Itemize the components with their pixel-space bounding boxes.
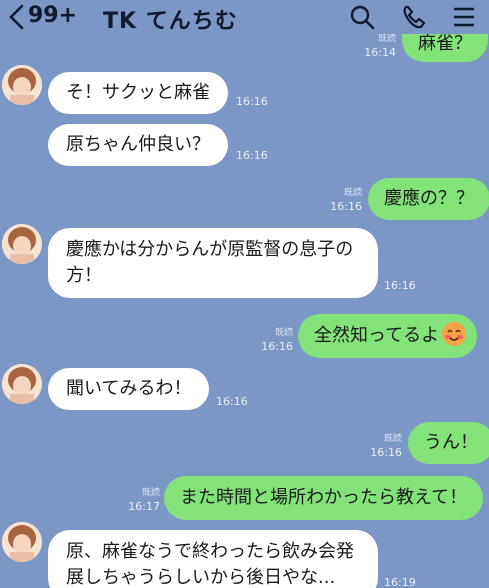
message-time: 既読 16:16 xyxy=(362,432,402,460)
search-icon[interactable] xyxy=(348,3,376,31)
message-time: 16:19 xyxy=(384,576,416,588)
contact-name[interactable]: TK てんちむ xyxy=(103,3,238,35)
menu-icon[interactable] xyxy=(450,3,478,31)
read-receipt: 既読 xyxy=(274,328,293,338)
message-bubble[interactable]: 慶應かは分からんが原監督の息子の方！ xyxy=(48,228,378,298)
message-text: 全然知ってるよ xyxy=(314,325,440,346)
message-bubble[interactable]: 原ちゃん仲良い？ xyxy=(48,124,228,166)
message-bubble[interactable]: 原、麻雀なうで終わったら飲み会発展しちゃうらしいから後日やな... xyxy=(48,530,378,588)
avatar[interactable] xyxy=(2,522,42,562)
message-time: 16:16 xyxy=(216,395,248,408)
message-time: 既読 16:16 xyxy=(253,326,293,354)
message-time: 16:16 xyxy=(384,279,416,292)
read-receipt: 既読 xyxy=(383,434,402,444)
avatar[interactable] xyxy=(2,224,42,264)
message-bubble[interactable]: 慶應の？？ xyxy=(368,178,489,220)
avatar[interactable] xyxy=(2,65,42,105)
chevron-left-icon[interactable] xyxy=(6,4,28,30)
message-bubble[interactable]: 全然知ってるよ xyxy=(298,314,478,358)
phone-icon[interactable] xyxy=(400,3,428,31)
read-receipt: 既読 xyxy=(141,488,160,498)
message-time: 既読 16:17 xyxy=(120,486,160,514)
message-bubble[interactable]: また時間と場所わかったら教えて！ xyxy=(164,476,484,520)
smiling-face-emoji xyxy=(441,320,467,346)
message-bubble[interactable]: うん！ xyxy=(408,422,489,464)
read-receipt: 既読 xyxy=(343,188,362,198)
message-time: 既読 16:14 xyxy=(356,32,396,60)
message-bubble[interactable]: 聞いてみるわ！ xyxy=(48,368,210,410)
message-time: 16:16 xyxy=(236,95,268,108)
message-bubble[interactable]: そ！サクッと麻雀 xyxy=(48,72,228,114)
message-time: 16:16 xyxy=(236,149,268,162)
unread-count[interactable]: 99+ xyxy=(28,3,77,28)
avatar[interactable] xyxy=(2,364,42,404)
read-receipt: 既読 xyxy=(377,34,396,44)
message-time: 既読 16:16 xyxy=(322,186,362,214)
chat-header: 99+ TK てんちむ xyxy=(0,0,489,34)
